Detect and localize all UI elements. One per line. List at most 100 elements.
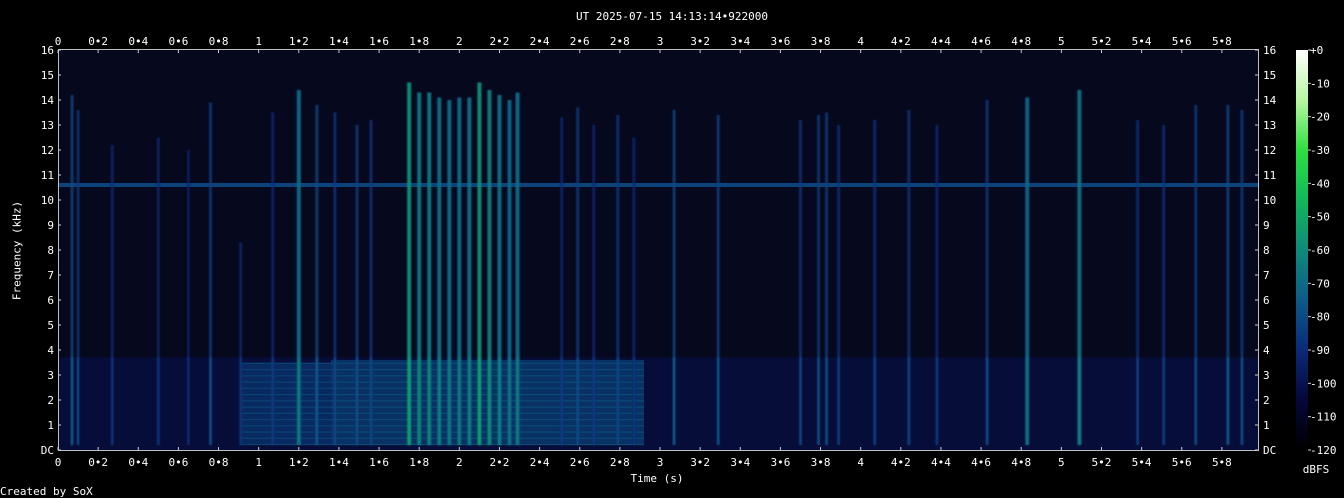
y-tick-label-left: 7 xyxy=(47,269,54,282)
colorbar-tick-label: -80 xyxy=(1310,311,1330,324)
x-tick-label-bottom: 0 xyxy=(55,456,62,469)
transient-core xyxy=(157,357,160,445)
transient-core xyxy=(873,357,876,445)
x-tick-label-top: 0 xyxy=(55,35,62,48)
transient-core xyxy=(418,357,421,445)
colorbar-unit-label: dBFS xyxy=(1302,463,1330,476)
x-tick-label-bottom: 3•8 xyxy=(811,456,831,469)
y-tick-label-left: 1 xyxy=(47,419,54,432)
x-tick-label-top: 1•8 xyxy=(409,35,429,48)
y-tick-label-right: 13 xyxy=(1263,119,1276,132)
x-tick-label-top: 2•4 xyxy=(530,35,550,48)
x-tick-label-bottom: 4 xyxy=(857,456,864,469)
x-tick-label-top: 3•4 xyxy=(730,35,750,48)
noise-patch-line xyxy=(330,387,644,389)
transient-core xyxy=(187,357,190,445)
x-tick-label-top: 5•6 xyxy=(1172,35,1192,48)
colorbar-tick-label: -120 xyxy=(1310,444,1337,457)
transient-core xyxy=(673,357,676,445)
x-tick-label-top: 5 xyxy=(1058,35,1065,48)
x-tick-label-bottom: 1•8 xyxy=(409,456,429,469)
transient-core xyxy=(355,357,358,445)
x-tick-label-bottom: 5•6 xyxy=(1172,456,1192,469)
x-tick-label-bottom: 4•8 xyxy=(1011,456,1031,469)
colorbar-tick-label: -20 xyxy=(1310,111,1330,124)
transient-core xyxy=(498,357,501,445)
x-tick-label-top: 2•2 xyxy=(490,35,510,48)
noise-patch-line xyxy=(330,400,644,402)
transient-core xyxy=(458,357,461,445)
y-tick-label-left: 8 xyxy=(47,244,54,257)
noise-patch-line xyxy=(330,412,644,414)
transient-core xyxy=(1026,357,1029,445)
x-tick-label-bottom: 3 xyxy=(657,456,664,469)
transient-core xyxy=(333,357,336,445)
x-tick-label-top: 3 xyxy=(657,35,664,48)
transient-core xyxy=(837,357,840,445)
x-tick-label-bottom: 5•4 xyxy=(1132,456,1152,469)
transient-core xyxy=(1162,357,1165,445)
transient-core xyxy=(428,357,431,445)
x-tick-label-top: 0•2 xyxy=(88,35,108,48)
x-tick-label-bottom: 4•6 xyxy=(971,456,991,469)
colorbar-tick-label: -50 xyxy=(1310,211,1330,224)
noise-patch-line xyxy=(330,419,644,421)
x-tick-label-bottom: 1•2 xyxy=(289,456,309,469)
y-tick-label-right: 7 xyxy=(1263,269,1270,282)
x-tick-label-top: 2•6 xyxy=(570,35,590,48)
y-tick-label-right: 8 xyxy=(1263,244,1270,257)
transient-core xyxy=(516,357,519,445)
y-tick-label-left: 12 xyxy=(41,144,54,157)
transient-core xyxy=(209,357,212,445)
x-tick-label-bottom: 2•4 xyxy=(530,456,550,469)
transient-core xyxy=(592,357,595,445)
colorbar-tick-label: -70 xyxy=(1310,277,1330,290)
x-tick-label-bottom: 4•4 xyxy=(931,456,951,469)
x-tick-label-top: 4 xyxy=(857,35,864,48)
transient-core xyxy=(271,357,274,445)
colorbar-tick-label: -10 xyxy=(1310,77,1330,90)
y-tick-label-left: DC xyxy=(41,444,54,457)
colorbar-tick-label: -30 xyxy=(1310,144,1330,157)
noise-patch-line xyxy=(330,375,644,377)
y-tick-label-right: 5 xyxy=(1263,319,1270,332)
x-tick-label-top: 5•4 xyxy=(1132,35,1152,48)
x-axis-label: Time (s) xyxy=(630,472,684,485)
x-tick-label-top: 4•2 xyxy=(891,35,911,48)
transient-core xyxy=(508,357,511,445)
x-tick-label-top: 3•6 xyxy=(770,35,790,48)
x-tick-label-bottom: 1•4 xyxy=(329,456,349,469)
x-tick-label-bottom: 5•2 xyxy=(1092,456,1112,469)
x-tick-label-top: 1•4 xyxy=(329,35,349,48)
transient-core xyxy=(817,357,820,445)
x-tick-label-bottom: 2•2 xyxy=(490,456,510,469)
x-tick-label-top: 1•2 xyxy=(289,35,309,48)
spectrogram-chart: 000•20•20•40•40•60•60•80•8111•21•21•41•4… xyxy=(41,35,1337,469)
colorbar-tick-label: -60 xyxy=(1310,244,1330,257)
x-tick-label-top: 1•6 xyxy=(369,35,389,48)
x-tick-label-top: 3•2 xyxy=(690,35,710,48)
transient-core xyxy=(1078,357,1081,445)
credit-text: Created by SoX xyxy=(0,485,93,498)
x-tick-label-bottom: 2•6 xyxy=(570,456,590,469)
x-tick-label-bottom: 2 xyxy=(456,456,463,469)
x-tick-label-bottom: 2•8 xyxy=(610,456,630,469)
noise-patch-line xyxy=(330,394,644,396)
transient-core xyxy=(77,357,80,445)
transient-core xyxy=(986,357,989,445)
x-tick-label-bottom: 3•6 xyxy=(770,456,790,469)
colorbar-tick-label: -100 xyxy=(1310,377,1337,390)
y-tick-label-right: 6 xyxy=(1263,294,1270,307)
x-tick-label-top: 4•8 xyxy=(1011,35,1031,48)
x-tick-label-top: 5•2 xyxy=(1092,35,1112,48)
y-tick-label-right: 2 xyxy=(1263,394,1270,407)
transient-core xyxy=(907,357,910,445)
y-tick-label-right: DC xyxy=(1263,444,1276,457)
y-tick-label-right: 9 xyxy=(1263,219,1270,232)
x-tick-label-bottom: 5•8 xyxy=(1212,456,1232,469)
transient-core xyxy=(478,357,481,445)
colorbar-tick-label: +0 xyxy=(1310,44,1323,57)
y-tick-label-left: 15 xyxy=(41,69,54,82)
transient-core xyxy=(111,357,114,445)
y-tick-label-right: 14 xyxy=(1263,94,1277,107)
